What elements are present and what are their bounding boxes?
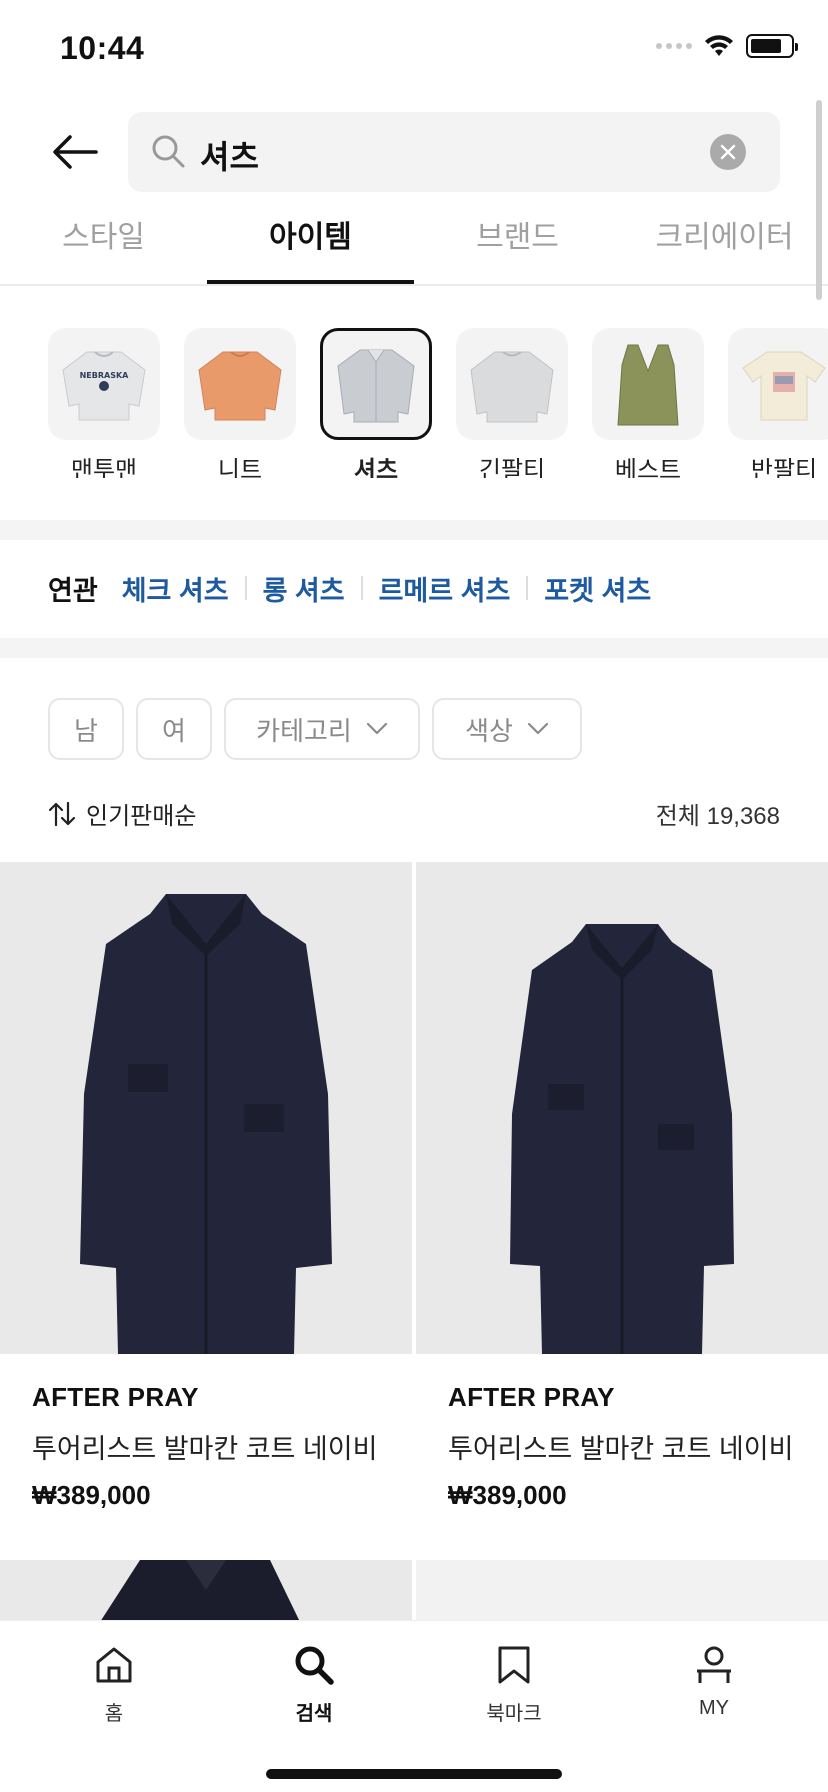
product-name: 투어리스트 발마칸 코트 네이비 — [32, 1434, 378, 1464]
sort-icon — [48, 801, 76, 826]
nav-home[interactable]: 홈 — [14, 1643, 214, 1726]
user-icon — [697, 1646, 731, 1683]
category-label: 니트 — [217, 457, 263, 478]
longsleeve-thumb — [456, 328, 568, 440]
category-label: 맨투맨 — [70, 457, 138, 478]
section-divider — [0, 520, 828, 540]
category-label: 반팔티 — [750, 457, 818, 478]
battery-icon — [746, 34, 798, 58]
related-item[interactable]: 롱 셔츠 — [263, 569, 345, 608]
status-time: 10:44 — [60, 30, 145, 66]
search-query[interactable]: 셔츠 — [200, 132, 259, 178]
product-image — [0, 862, 412, 1354]
product-name: 투어리스트 발마칸 코트 네이비 — [448, 1434, 794, 1464]
close-icon — [720, 144, 736, 160]
divider — [526, 576, 529, 600]
chevron-down-icon — [366, 722, 387, 735]
filter-label: 남 — [74, 715, 98, 746]
search-icon — [152, 135, 185, 168]
related-item[interactable]: 체크 셔츠 — [122, 569, 229, 608]
home-icon — [96, 1647, 132, 1683]
category-shirt[interactable]: 셔츠 — [320, 328, 432, 478]
category-tshirt[interactable]: 반팔티 — [728, 328, 828, 478]
nav-bookmark[interactable]: 북마크 — [414, 1643, 614, 1726]
category-label: 긴팔티 — [478, 457, 546, 478]
knit-thumb — [184, 328, 296, 440]
tab-style[interactable]: 스타일 — [0, 210, 207, 286]
category-sweatshirt[interactable]: NEBRASKA 맨투맨 — [48, 328, 160, 478]
filter-category-dropdown[interactable]: 카테고리 — [224, 698, 420, 760]
related-item[interactable]: 르메르 셔츠 — [379, 569, 511, 608]
product-card[interactable]: AFTER PRAY 투어리스트 발마칸 코트 네이비 ₩389,000 — [416, 862, 828, 1511]
search-input[interactable]: 셔츠 — [128, 112, 780, 192]
bookmark-icon — [498, 1646, 530, 1684]
category-label: 셔츠 — [353, 457, 399, 478]
filter-male-button[interactable]: 남 — [48, 698, 124, 760]
filter-label: 색상 — [465, 715, 513, 746]
search-tabs: 스타일 아이템 브랜드 크리에이터 — [0, 210, 828, 286]
product-price: ₩389,000 — [32, 1480, 151, 1510]
vest-thumb — [592, 328, 704, 440]
nav-label: 검색 — [295, 1703, 333, 1725]
search-icon — [295, 1646, 334, 1685]
clear-search-button[interactable] — [710, 134, 746, 170]
category-longsleeve[interactable]: 긴팔티 — [456, 328, 568, 478]
scrollbar[interactable] — [816, 100, 822, 300]
sweatshirt-thumb: NEBRASKA — [48, 328, 160, 440]
related-item[interactable]: 포켓 셔츠 — [544, 569, 651, 608]
product-image — [100, 1560, 300, 1622]
tab-item[interactable]: 아이템 — [207, 210, 414, 286]
sort-button[interactable]: 인기판매순 — [48, 796, 196, 831]
filter-female-button[interactable]: 여 — [136, 698, 212, 760]
tab-brand[interactable]: 브랜드 — [414, 210, 621, 286]
tab-creator[interactable]: 크리에이터 — [621, 210, 828, 286]
section-divider — [0, 638, 828, 658]
arrow-left-icon — [53, 135, 98, 169]
filter-color-dropdown[interactable]: 색상 — [432, 698, 582, 760]
tshirt-thumb — [728, 328, 828, 440]
wifi-icon — [705, 35, 733, 56]
total-count: 전체 19,368 — [655, 803, 780, 830]
product-card-peek[interactable] — [0, 1560, 412, 1622]
product-brand: AFTER PRAY — [32, 1382, 199, 1412]
nav-label: 북마크 — [486, 1703, 542, 1725]
active-tab-indicator — [207, 280, 414, 284]
nav-label: MY — [699, 1697, 729, 1719]
svg-text:NEBRASKA: NEBRASKA — [80, 371, 130, 380]
related-searches: 연관 체크 셔츠 롱 셔츠 르메르 셔츠 포켓 셔츠 — [48, 566, 651, 610]
back-button[interactable] — [52, 128, 108, 176]
category-list: NEBRASKA 맨투맨 니트 셔츠 긴팔티 베스트 반팔티 — [0, 328, 828, 478]
category-vest[interactable]: 베스트 — [592, 328, 704, 478]
bottom-nav: 홈 검색 북마크 MY — [0, 1620, 828, 1792]
category-label: 베스트 — [614, 457, 682, 478]
home-indicator[interactable] — [266, 1769, 562, 1779]
related-title: 연관 — [48, 575, 98, 606]
signal-icon — [656, 43, 692, 49]
product-card[interactable]: AFTER PRAY 투어리스트 발마칸 코트 네이비 ₩389,000 — [0, 862, 412, 1511]
product-price: ₩389,000 — [448, 1480, 567, 1510]
chevron-down-icon — [527, 722, 549, 735]
nav-search[interactable]: 검색 — [214, 1643, 414, 1726]
product-card-peek[interactable] — [416, 1560, 828, 1622]
status-icons — [656, 34, 798, 58]
nav-label: 홈 — [104, 1703, 124, 1725]
status-bar: 10:44 — [0, 0, 828, 100]
product-brand: AFTER PRAY — [448, 1382, 615, 1412]
shirt-thumb — [320, 328, 432, 440]
filter-label: 카테고리 — [256, 715, 352, 746]
category-knit[interactable]: 니트 — [184, 328, 296, 478]
product-image — [416, 862, 828, 1354]
divider — [244, 576, 247, 600]
filter-label: 여 — [162, 715, 186, 746]
sort-label: 인기판매순 — [86, 803, 197, 830]
nav-my[interactable]: MY — [614, 1643, 814, 1720]
divider — [360, 576, 363, 600]
